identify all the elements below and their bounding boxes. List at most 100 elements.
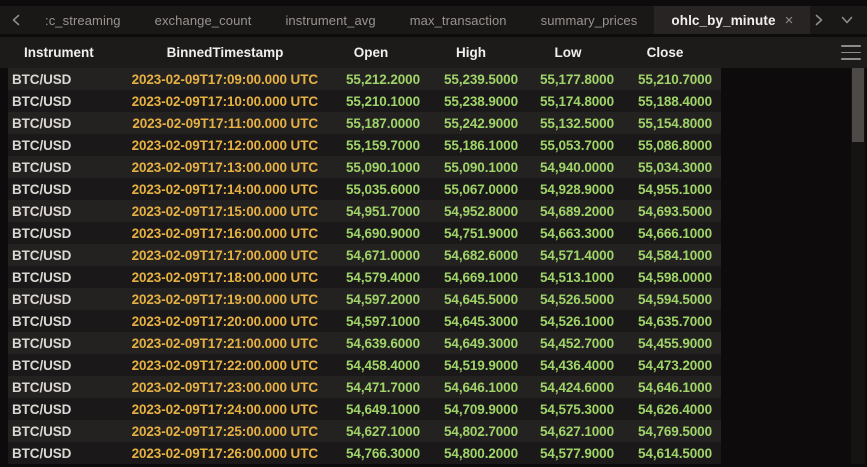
cell-binned-timestamp: 2023-02-09T17:17:00.000 UTC [130,248,320,263]
cell-low: 55,177.8000 [520,72,616,87]
cell-high: 54,682.6000 [422,248,520,263]
chevron-right-icon [815,14,823,26]
table-row[interactable]: BTC/USD 2023-02-09T17:15:00.000 UTC 54,9… [8,200,721,222]
column-header-instrument[interactable]: Instrument [8,45,130,60]
cell-low: 54,424.6000 [520,380,616,395]
table-row[interactable]: BTC/USD 2023-02-09T17:14:00.000 UTC 55,0… [8,178,721,200]
cell-low: 54,526.1000 [520,314,616,329]
cell-open: 54,671.0000 [320,248,422,263]
cell-instrument: BTC/USD [8,380,130,395]
table-row[interactable]: BTC/USD 2023-02-09T17:10:00.000 UTC 55,2… [8,90,721,112]
cell-low: 54,526.5000 [520,292,616,307]
cell-close: 54,626.4000 [616,402,714,417]
tab-label: :c_streaming [45,13,121,28]
cell-instrument: BTC/USD [8,424,130,439]
cell-instrument: BTC/USD [8,248,130,263]
tab-label: summary_prices [541,13,638,28]
table-row[interactable]: BTC/USD 2023-02-09T17:16:00.000 UTC 54,6… [8,222,721,244]
tab-summary-prices[interactable]: summary_prices [524,6,655,34]
column-header-low[interactable]: Low [520,45,616,60]
table-row[interactable]: BTC/USD 2023-02-09T17:26:00.000 UTC 54,7… [8,442,721,464]
scrollbar-thumb[interactable] [852,68,864,142]
cell-instrument: BTC/USD [8,138,130,153]
cell-binned-timestamp: 2023-02-09T17:14:00.000 UTC [130,182,320,197]
table-row[interactable]: BTC/USD 2023-02-09T17:13:00.000 UTC 55,0… [8,156,721,178]
table-row[interactable]: BTC/USD 2023-02-09T17:21:00.000 UTC 54,6… [8,332,721,354]
cell-low: 54,627.1000 [520,424,616,439]
tab-bar: :c_streaming exchange_count instrument_a… [0,6,867,34]
table-row[interactable]: BTC/USD 2023-02-09T17:11:00.000 UTC 55,1… [8,112,721,134]
tabs-dropdown-button[interactable] [838,11,856,29]
column-header-high[interactable]: High [422,45,520,60]
cell-low: 54,513.1000 [520,270,616,285]
cell-low: 54,928.9000 [520,182,616,197]
table-row[interactable]: BTC/USD 2023-02-09T17:23:00.000 UTC 54,4… [8,376,721,398]
table-row[interactable]: BTC/USD 2023-02-09T17:20:00.000 UTC 54,5… [8,310,721,332]
cell-binned-timestamp: 2023-02-09T17:16:00.000 UTC [130,226,320,241]
scroll-tabs-left-button[interactable] [0,6,28,34]
tab-c-streaming[interactable]: :c_streaming [28,6,138,34]
cell-low: 55,174.8000 [520,94,616,109]
scroll-tabs-right-button[interactable] [810,11,828,29]
cell-open: 54,597.2000 [320,292,422,307]
table-header: Instrument BinnedTimestamp Open High Low… [0,37,867,68]
close-tab-icon[interactable]: × [785,13,794,28]
cell-low: 54,940.0000 [520,160,616,175]
table-row[interactable]: BTC/USD 2023-02-09T17:22:00.000 UTC 54,4… [8,354,721,376]
column-header-open[interactable]: Open [320,45,422,60]
tabs-container: :c_streaming exchange_count instrument_a… [28,6,810,34]
table-row[interactable]: BTC/USD 2023-02-09T17:18:00.000 UTC 54,5… [8,266,721,288]
table-row[interactable]: BTC/USD 2023-02-09T17:24:00.000 UTC 54,6… [8,398,721,420]
cell-low: 54,452.7000 [520,336,616,351]
tab-ohlc-by-minute[interactable]: ohlc_by_minute × [654,6,810,34]
cell-open: 55,035.6000 [320,182,422,197]
cell-low: 54,689.2000 [520,204,616,219]
vertical-scrollbar[interactable] [851,68,865,464]
cell-open: 54,639.6000 [320,336,422,351]
cell-open: 54,597.1000 [320,314,422,329]
cell-close: 54,666.1000 [616,226,714,241]
cell-binned-timestamp: 2023-02-09T17:09:00.000 UTC [130,72,320,87]
cell-open: 54,579.4000 [320,270,422,285]
tab-label: exchange_count [155,13,252,28]
table-header-grid: Instrument BinnedTimestamp Open High Low… [8,37,721,68]
cell-open: 54,766.3000 [320,446,422,461]
table-row[interactable]: BTC/USD 2023-02-09T17:19:00.000 UTC 54,5… [8,288,721,310]
cell-high: 54,802.7000 [422,424,520,439]
column-header-close[interactable]: Close [616,45,714,60]
table-row[interactable]: BTC/USD 2023-02-09T17:09:00.000 UTC 55,2… [8,68,721,90]
table-menu-button[interactable] [841,45,861,60]
tab-instrument-avg[interactable]: instrument_avg [268,6,392,34]
cell-instrument: BTC/USD [8,292,130,307]
cell-high: 55,090.1000 [422,160,520,175]
cell-close: 54,646.1000 [616,380,714,395]
cell-binned-timestamp: 2023-02-09T17:15:00.000 UTC [130,204,320,219]
cell-high: 54,800.2000 [422,446,520,461]
cell-high: 54,519.9000 [422,358,520,373]
table-row[interactable]: BTC/USD 2023-02-09T17:12:00.000 UTC 55,1… [8,134,721,156]
cell-binned-timestamp: 2023-02-09T17:21:00.000 UTC [130,336,320,351]
cell-binned-timestamp: 2023-02-09T17:12:00.000 UTC [130,138,320,153]
column-header-binnedtimestamp[interactable]: BinnedTimestamp [130,45,320,60]
cell-instrument: BTC/USD [8,358,130,373]
cell-low: 55,132.5000 [520,116,616,131]
cell-open: 55,187.0000 [320,116,422,131]
cell-high: 55,186.1000 [422,138,520,153]
cell-low: 54,436.4000 [520,358,616,373]
table-row[interactable]: BTC/USD 2023-02-09T17:17:00.000 UTC 54,6… [8,244,721,266]
cell-high: 54,646.1000 [422,380,520,395]
tab-max-transaction[interactable]: max_transaction [393,6,524,34]
chevron-left-icon [12,14,20,26]
cell-binned-timestamp: 2023-02-09T17:19:00.000 UTC [130,292,320,307]
cell-instrument: BTC/USD [8,336,130,351]
cell-high: 55,239.5000 [422,72,520,87]
cell-instrument: BTC/USD [8,402,130,417]
table-row[interactable]: BTC/USD 2023-02-09T17:25:00.000 UTC 54,6… [8,420,721,442]
tab-exchange-count[interactable]: exchange_count [138,6,269,34]
cell-close: 55,154.8000 [616,116,714,131]
cell-close: 55,210.7000 [616,72,714,87]
cell-close: 54,455.9000 [616,336,714,351]
cell-close: 54,594.5000 [616,292,714,307]
cell-binned-timestamp: 2023-02-09T17:20:00.000 UTC [130,314,320,329]
cell-close: 55,086.8000 [616,138,714,153]
